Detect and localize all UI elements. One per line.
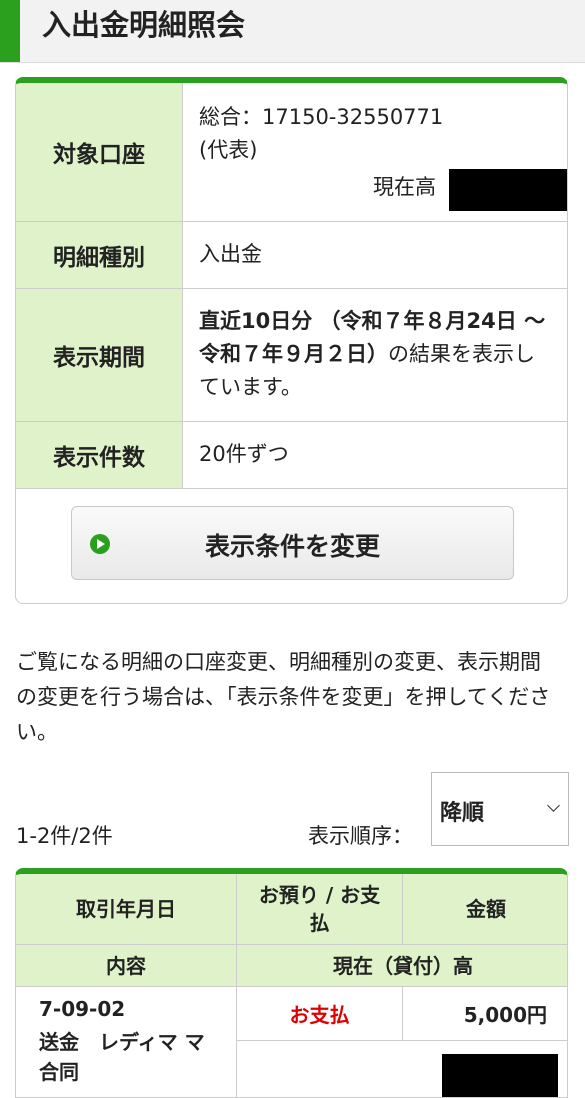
detail-type-value: 入出金: [199, 242, 262, 266]
header-amount: 金額: [403, 874, 567, 945]
instruction-text: ご覧になる明細の口座変更、明細種別の変更、表示期間の変更を行う場合は、「表示条件…: [16, 650, 551, 744]
account-note: (代表): [199, 138, 258, 162]
change-conditions-button[interactable]: 表示条件を変更: [71, 506, 514, 580]
page-title: 入出金明細照会: [42, 8, 246, 42]
row-target-account: 対象口座 総合：17150-32550771 (代表) 現在高: [16, 83, 567, 222]
display-count-value: 20件ずつ: [199, 442, 289, 466]
tx-amount: 5,000円: [403, 987, 567, 1041]
label-display-period: 表示期間: [16, 289, 183, 421]
account-value: 総合：17150-32550771 (代表): [199, 101, 553, 167]
tx-date: 7-09-02: [39, 997, 126, 1021]
page-header: 入出金明細照会: [0, 0, 585, 63]
header-type: お預り / お支払: [237, 874, 403, 945]
header-content: 内容: [16, 945, 237, 987]
sort-order-value: 降順: [440, 801, 485, 826]
result-count: 1-2件/2件: [16, 824, 113, 848]
label-display-count: 表示件数: [16, 422, 183, 488]
row-display-period: 表示期間 直近10日分 （令和７年８月24日 ～ 令和７年９月２日）の結果を表示…: [16, 289, 567, 422]
sort-order-label: 表示順序：: [308, 824, 413, 848]
account-number: 総合：17150-32550771: [199, 105, 444, 129]
table-row: 7-09-02 送金 レディマ マ 合同: [16, 987, 237, 1097]
header-balance: 現在（貸付）高: [237, 945, 567, 987]
tx-type: お支払: [237, 987, 403, 1041]
account-info-card: 対象口座 総合：17150-32550771 (代表) 現在高 明細種別 入出金…: [15, 77, 568, 604]
balance-redacted: [449, 169, 567, 211]
label-detail-type: 明細種別: [16, 222, 183, 288]
transactions-table: 取引年月日 お預り / お支払 金額 内容 現在（貸付）高 7-09-02 送金…: [15, 868, 568, 1098]
header-accent-bar: [0, 0, 20, 62]
tx-content: 送金 レディマ マ 合同: [39, 1030, 225, 1084]
chevron-down-icon: [547, 799, 560, 812]
header-date: 取引年月日: [16, 874, 237, 945]
change-conditions-label: 表示条件を変更: [204, 532, 380, 561]
tx-balance-redacted: [442, 1054, 558, 1097]
row-detail-type: 明細種別 入出金: [16, 222, 567, 289]
row-display-count: 表示件数 20件ずつ: [16, 422, 567, 489]
label-target-account: 対象口座: [16, 83, 183, 221]
display-period-value: 直近10日分 （令和７年８月24日 ～ 令和７年９月２日）の結果を表示しています…: [199, 305, 553, 404]
balance-label: 現在高: [373, 175, 436, 199]
sort-order-select[interactable]: 降順: [431, 772, 569, 846]
